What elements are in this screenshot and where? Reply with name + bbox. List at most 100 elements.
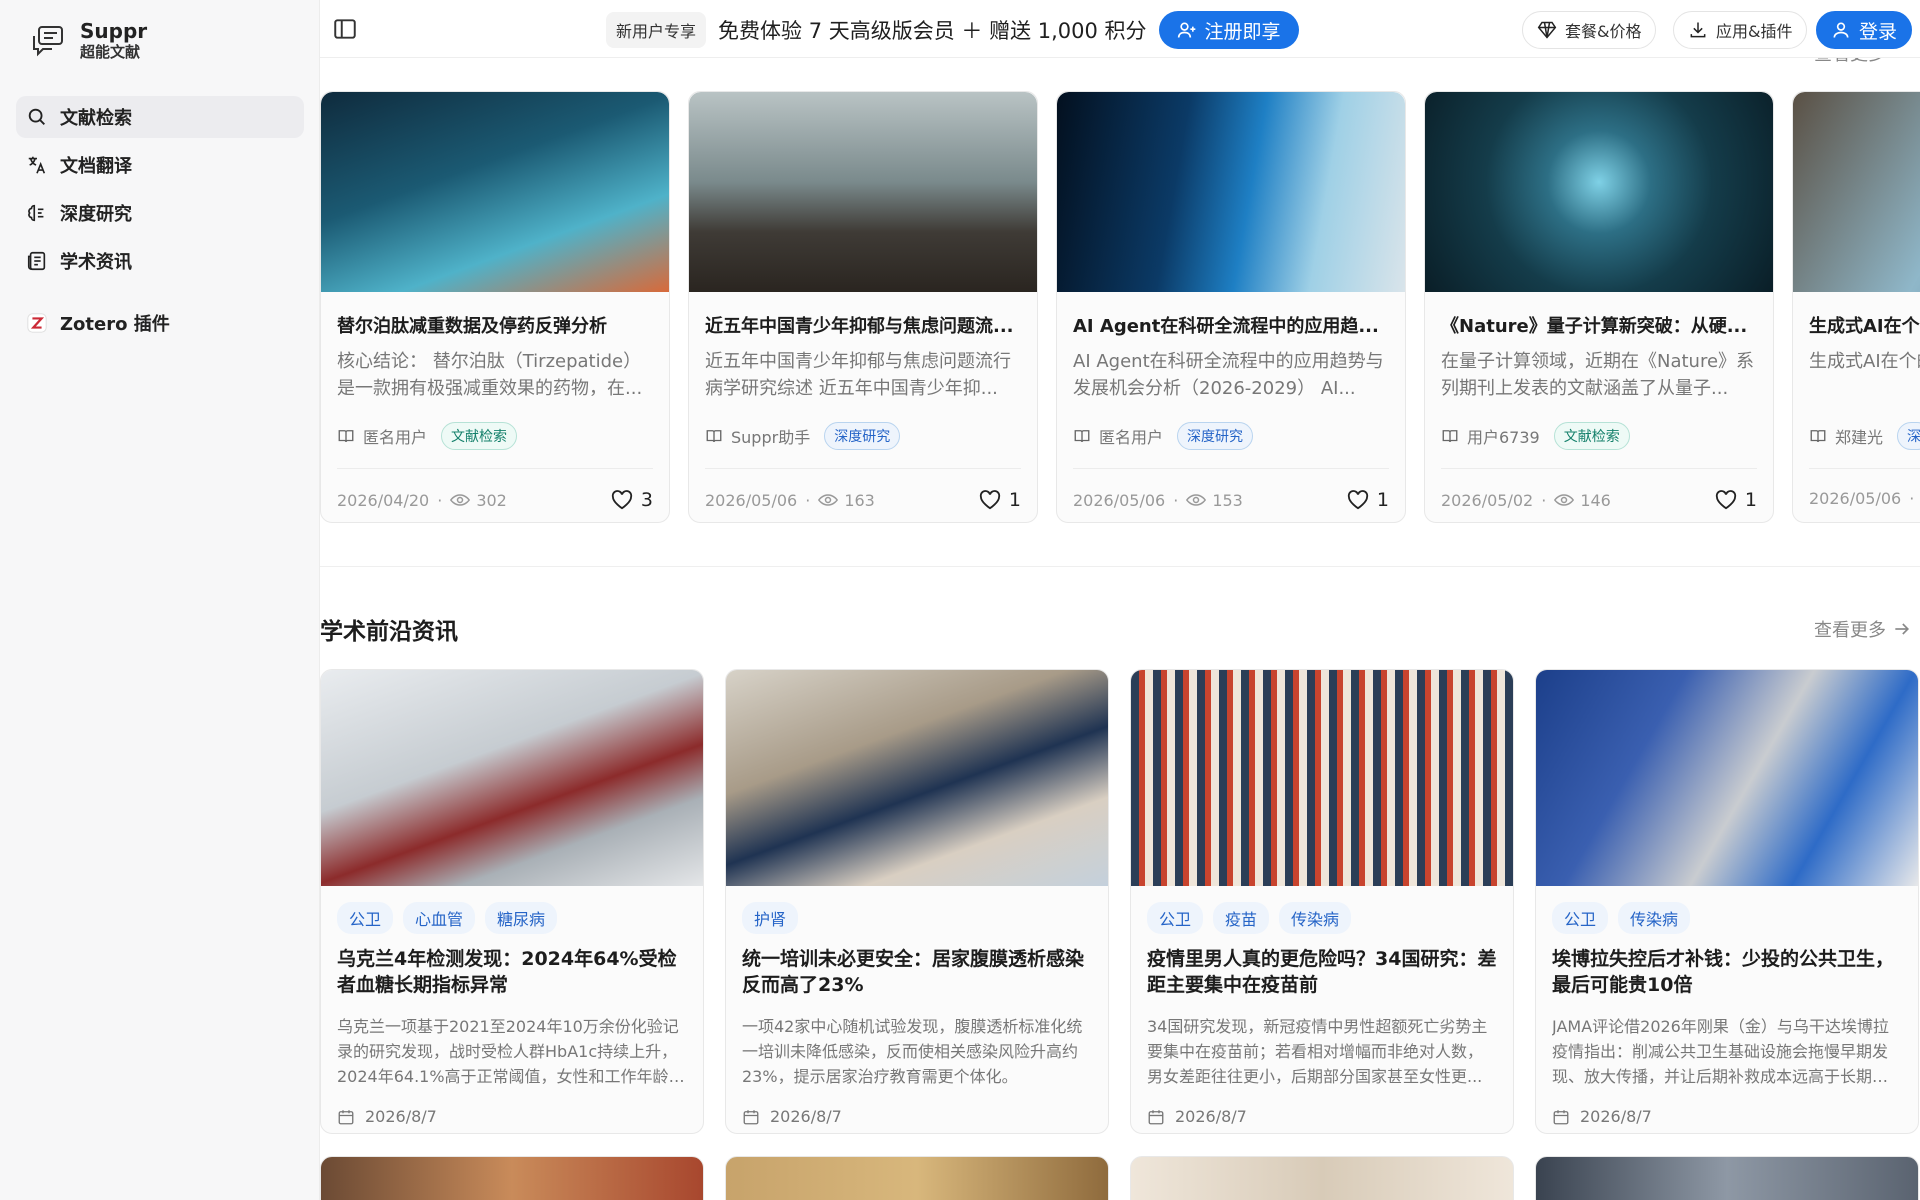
sidebar-item-label: Zotero 插件 [60, 314, 170, 335]
card-tags: 公卫 心血管 糖尿病 [337, 902, 687, 934]
separator-dot: · [437, 490, 443, 510]
research-card[interactable]: 近五年中国青少年抑郁与焦虑问题流... 近五年中国青少年抑郁与焦虑问题流行病学研… [688, 91, 1038, 523]
like-button[interactable]: 3 [611, 489, 653, 511]
login-button-label: 登录 [1859, 20, 1898, 43]
main-content: 查看更多 新用户专享 免费体验 7 天高级版会员 ＋ 赠送 1,000 积分 注… [320, 0, 1920, 1200]
card-image [726, 670, 1108, 886]
card-date: 2026/05/02 [1441, 490, 1534, 510]
card-date: 2026/8/7 [1175, 1107, 1247, 1126]
brand-logo-link[interactable]: Suppr 超能文献 [30, 20, 147, 62]
card-tag: 深度研究 [824, 422, 901, 450]
card-description: 在量子计算领域，近期在《Nature》系列期刊上发表的文献涵盖了从量子... [1441, 351, 1755, 399]
card-description: 生成式AI在个的研究进展： [1809, 351, 1920, 372]
like-button[interactable]: 1 [979, 489, 1021, 511]
card-likes: 1 [1008, 489, 1021, 511]
card-date: 2026/04/20 [337, 490, 430, 510]
card-footer: 2026/05/06 · 153 1 [1073, 489, 1389, 511]
news-section-title: 学术前沿资讯 [320, 619, 458, 645]
sidebar-item-translation[interactable]: 文档翻译 [16, 144, 304, 186]
promo-banner: 新用户专享 免费体验 7 天高级版会员 ＋ 赠送 1,000 积分 注册即享 [606, 11, 1299, 49]
card-title: 统一培训未必更安全：居家腹膜透析感染反而高了23% [742, 948, 1085, 996]
sidebar-item-label: 深度研究 [60, 204, 132, 225]
pricing-button-label: 套餐&价格 [1565, 22, 1642, 41]
card-date-row: 2026/8/7 [1147, 1107, 1497, 1126]
card-likes: 3 [640, 489, 653, 511]
card-tag: 公卫 [337, 902, 394, 934]
news-view-more-link[interactable]: 查看更多 [1814, 616, 1912, 642]
card-author: 匿名用户 [363, 428, 428, 447]
news-card[interactable] [725, 1156, 1109, 1200]
sidebar-item-zotero-plugin[interactable]: Zotero 插件 [16, 302, 304, 344]
heart-icon [979, 490, 1001, 510]
separator-dot: · [1541, 490, 1547, 510]
card-date: 2026/8/7 [1580, 1107, 1652, 1126]
sidebar-nav: 文献检索 文档翻译 深度研究 学术资讯 Zotero 插件 [16, 96, 304, 350]
news-card[interactable] [1130, 1156, 1514, 1200]
card-title: 埃博拉失控后才补钱：少投的公共卫生，最后可能贵10倍 [1552, 948, 1895, 996]
card-footer: 2026/05/06 · 163 1 [705, 489, 1021, 511]
like-button[interactable]: 1 [1347, 489, 1389, 511]
search-icon [28, 108, 45, 125]
login-button[interactable]: 登录 [1816, 11, 1913, 49]
card-tag: 心血管 [403, 902, 476, 934]
arrow-right-icon [1895, 623, 1910, 635]
card-views: 302 [476, 490, 507, 510]
book-icon [1074, 430, 1090, 443]
card-description: JAMA评论借2026年刚果（金）与乌干达埃博拉疫情指出：削减公共卫生基础设施会… [1552, 1017, 1889, 1086]
card-image [689, 92, 1037, 292]
like-button[interactable]: 1 [1715, 489, 1757, 511]
brand-subtitle: 超能文献 [80, 43, 141, 61]
eye-icon [818, 494, 839, 506]
news-card[interactable] [320, 1156, 704, 1200]
card-meta: Suppr助手 深度研究 [705, 422, 1021, 469]
news-card[interactable]: 公卫 疫苗 传染病 疫情里男人真的更危险吗？34国研究：差距主要集中在疫苗前 3… [1130, 669, 1514, 1134]
news-card[interactable]: 公卫 传染病 埃博拉失控后才补钱：少投的公共卫生，最后可能贵10倍 JAMA评论… [1535, 669, 1919, 1134]
card-description: 一项42家中心随机试验发现，腹膜透析标准化统一培训未降低感染，反而使相关感染风险… [742, 1017, 1083, 1086]
news-card[interactable] [1535, 1156, 1919, 1200]
sidebar-item-deep-research[interactable]: 深度研究 [16, 192, 304, 234]
zotero-icon [27, 313, 47, 333]
card-description: 核心结论： 替尔泊肽（Tirzepatide）是一款拥有极强减重效果的药物，在.… [337, 351, 643, 399]
card-image [1793, 92, 1920, 292]
card-title: 替尔泊肽减重数据及停药反弹分析 [337, 316, 607, 337]
add-user-icon [1177, 22, 1195, 38]
news-icon [27, 251, 46, 271]
eye-icon [450, 494, 471, 506]
sidebar-toggle-icon[interactable] [332, 16, 358, 42]
card-description: 乌克兰一项基于2021至2024年10万余份化验记录的研究发现，战时受检人群Hb… [337, 1017, 679, 1086]
research-card[interactable]: AI Agent在科研全流程中的应用趋... AI Agent在科研全流程中的应… [1056, 91, 1406, 523]
research-card[interactable]: 替尔泊肽减重数据及停药反弹分析 核心结论： 替尔泊肽（Tirzepatide）是… [320, 91, 670, 523]
sidebar-item-literature-search[interactable]: 文献检索 [16, 96, 304, 138]
sidebar-item-label: 文档翻译 [60, 156, 132, 177]
apps-plugins-button[interactable]: 应用&插件 [1673, 11, 1808, 49]
research-card[interactable]: 生成式AI在个 生成式AI在个的研究进展： 郑建光 深 2026/05/06 · [1792, 91, 1920, 523]
separator-dot: · [1173, 490, 1179, 510]
news-card[interactable]: 护肾 统一培训未必更安全：居家腹膜透析感染反而高了23% 一项42家中心随机试验… [725, 669, 1109, 1134]
top-bar: 新用户专享 免费体验 7 天高级版会员 ＋ 赠送 1,000 积分 注册即享 套… [320, 0, 1920, 58]
pricing-button[interactable]: 套餐&价格 [1522, 11, 1657, 49]
card-title: 疫情里男人真的更危险吗？34国研究：差距主要集中在疫苗前 [1147, 948, 1497, 996]
card-title: 《Nature》量子计算新突破：从硬... [1441, 316, 1748, 337]
card-description: 34国研究发现，新冠疫情中男性超额死亡劣势主要集中在疫苗前；若看相对增幅而非绝对… [1147, 1017, 1488, 1086]
research-card[interactable]: 《Nature》量子计算新突破：从硬... 在量子计算领域，近期在《Nature… [1424, 91, 1774, 523]
calendar-icon [743, 1109, 759, 1124]
sidebar-item-label: 文献检索 [60, 108, 132, 129]
sidebar-item-label: 学术资讯 [60, 252, 132, 273]
card-meta: 郑建光 深 [1809, 422, 1920, 469]
card-image [1057, 92, 1405, 292]
news-card[interactable]: 公卫 心血管 糖尿病 乌克兰4年检测发现：2024年64%受检者血糖长期指标异常… [320, 669, 704, 1134]
sidebar-item-academic-news[interactable]: 学术资讯 [16, 240, 304, 282]
book-icon [338, 430, 354, 443]
calendar-icon [338, 1109, 354, 1124]
card-description: AI Agent在科研全流程中的应用趋势与发展机会分析（2026-2029） A… [1073, 351, 1384, 399]
register-button[interactable]: 注册即享 [1158, 11, 1299, 49]
card-date: 2026/05/06 [1809, 489, 1902, 508]
card-tag: 糖尿病 [485, 902, 558, 934]
brain-icon [28, 204, 44, 222]
news-cards-row: 公卫 心血管 糖尿病 乌克兰4年检测发现：2024年64%受检者血糖长期指标异常… [320, 669, 1920, 1134]
brand-name: Suppr [80, 19, 148, 43]
book-icon [1810, 430, 1826, 443]
book-icon [1442, 430, 1458, 443]
card-footer: 2026/05/02 · 146 1 [1441, 489, 1757, 511]
promo-text: 免费体验 7 天高级版会员 ＋ 赠送 1,000 积分 [718, 19, 1147, 43]
